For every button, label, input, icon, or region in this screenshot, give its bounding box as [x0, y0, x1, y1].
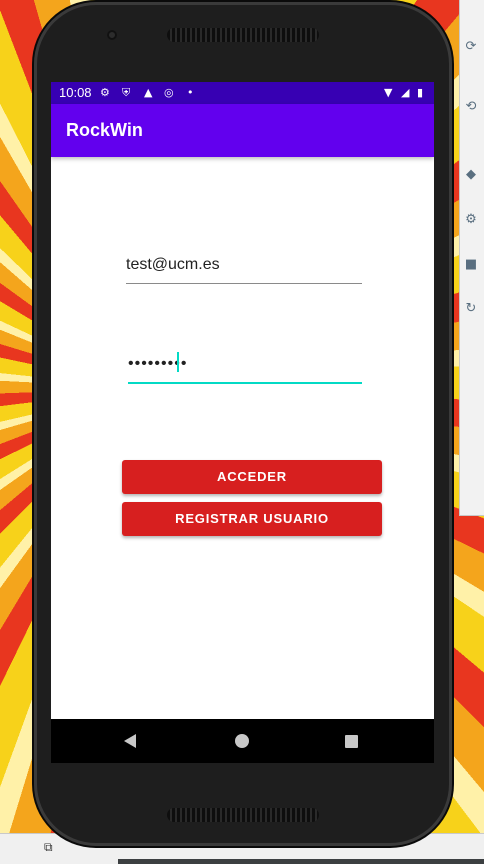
settings-icon: ⚙: [100, 86, 110, 99]
navigation-bar: [51, 719, 434, 763]
dot-icon: •: [187, 86, 194, 99]
acceder-button[interactable]: ACCEDER: [122, 460, 382, 494]
tool-icon-2[interactable]: ⟲: [464, 100, 478, 114]
tool-icon-5[interactable]: ■: [464, 258, 478, 272]
text-caret: [177, 352, 179, 372]
phone-screen: 10:08 ⚙ ⛨ ▲ ◎ • ▼ ◢ ▮ RockWin ACCEDER RE…: [51, 82, 434, 763]
signal-icon: ◢: [401, 86, 410, 99]
recents-icon[interactable]: [345, 735, 358, 748]
front-camera: [107, 30, 117, 40]
password-field[interactable]: [128, 346, 362, 384]
registrar-usuario-button[interactable]: REGISTRAR USUARIO: [122, 502, 382, 536]
layout-icon[interactable]: ⧉: [44, 840, 53, 855]
tool-icon-1[interactable]: ⟳: [464, 40, 478, 54]
status-bar: 10:08 ⚙ ⛨ ▲ ◎ • ▼ ◢ ▮: [51, 82, 434, 104]
at-icon: ◎: [164, 86, 174, 99]
tool-icon-4[interactable]: ⚙: [464, 213, 478, 227]
tool-icon-3[interactable]: ◆: [464, 168, 478, 182]
email-field[interactable]: [126, 247, 362, 284]
back-icon[interactable]: [124, 734, 136, 748]
app-bar: RockWin: [51, 104, 434, 157]
status-time: 10:08: [59, 85, 92, 100]
email-input[interactable]: [126, 247, 362, 283]
ide-bottom-divider: [118, 859, 484, 864]
wifi-icon: ▼: [384, 86, 393, 99]
tool-icon-6[interactable]: ↻: [464, 302, 478, 316]
sim-icon: ▲: [144, 86, 153, 99]
home-icon[interactable]: [235, 734, 249, 748]
top-speaker: [167, 28, 319, 42]
app-title: RockWin: [66, 120, 143, 140]
ide-tool-strip: ⟳ ⟲ ◆ ⚙ ■ ↻: [459, 0, 484, 516]
shield-icon: ⛨: [122, 86, 131, 99]
password-input[interactable]: [128, 346, 362, 382]
phone-frame: 10:08 ⚙ ⛨ ▲ ◎ • ▼ ◢ ▮ RockWin ACCEDER RE…: [34, 2, 452, 846]
bottom-speaker: [167, 808, 319, 822]
battery-icon: ▮: [417, 86, 424, 99]
